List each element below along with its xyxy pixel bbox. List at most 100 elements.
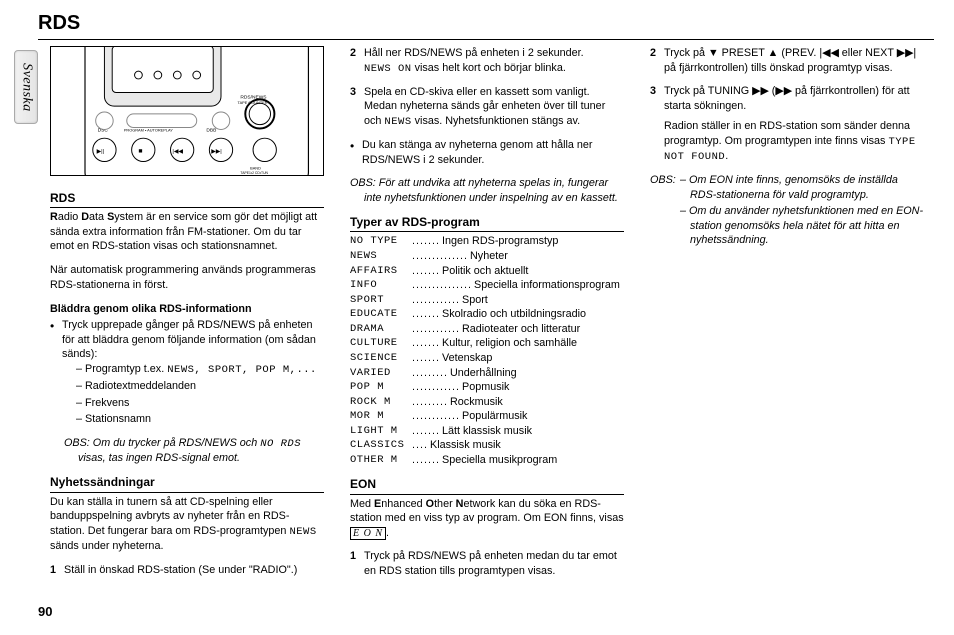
program-type-code: SPORT <box>350 293 412 308</box>
svg-text:PROGRAM • AUTOREPLAY: PROGRAM • AUTOREPLAY <box>124 127 173 132</box>
program-type-code: EDUCATE <box>350 307 412 322</box>
eon-indicator-icon: E O N <box>350 527 386 540</box>
program-type-dots: ....... <box>412 453 440 468</box>
rds-note: OBS: Om du trycker på RDS/NEWS och NO RD… <box>50 436 324 466</box>
news-step-3: Spela en CD-skiva eller en kassett som v… <box>350 85 624 129</box>
program-type-desc: Lätt klassisk musik <box>440 424 624 439</box>
program-type-code: NO TYPE <box>350 234 412 249</box>
program-type-dots: ......... <box>412 366 448 381</box>
rds-bullet: Tryck upprepade gånger på RDS/NEWS på en… <box>62 318 324 427</box>
eon-note: OBS: – Om EON inte finns, genomsöks de i… <box>650 173 924 248</box>
eon-intro: Med Enhanced Other Network kan du söka e… <box>350 497 624 541</box>
program-type-dots: ....... <box>412 264 440 279</box>
program-type-desc: Politik och aktuellt <box>440 264 624 279</box>
news-intro: Du kan ställa in tunern så att CD-spelni… <box>50 495 324 554</box>
rds-bullet-list: Tryck upprepade gånger på RDS/NEWS på en… <box>50 318 324 427</box>
program-type-row: CLASSICS....Klassisk musik <box>350 438 624 453</box>
content-columns: RDS/NEWS TAPE COUNTER DSC PROGRAM • AUTO… <box>50 46 924 597</box>
news-bullet: Du kan stänga av nyheterna genom att hål… <box>362 138 624 167</box>
eon-step-3: Tryck på TUNING ▶▶ (▶▶ på fjärrkontrolle… <box>650 84 924 164</box>
program-type-code: AFFAIRS <box>350 264 412 279</box>
program-type-row: MOR M............Populärmusik <box>350 409 624 424</box>
program-type-code: MOR M <box>350 409 412 424</box>
eon-note-1: – Om EON inte finns, genomsöks de instäl… <box>680 173 924 202</box>
svg-text:BAND: BAND <box>250 165 261 170</box>
program-type-dots: ............ <box>412 322 460 337</box>
svg-text:TAPE1•2 CD•TUN: TAPE1•2 CD•TUN <box>240 171 268 175</box>
rds-para2: När automatisk programmering används pro… <box>50 263 324 292</box>
program-type-code: ROCK M <box>350 395 412 410</box>
program-type-desc: Nyheter <box>468 249 624 264</box>
page-number: 90 <box>38 603 52 621</box>
section-heading-eon: EON <box>350 476 624 494</box>
program-type-code: POP M <box>350 380 412 395</box>
program-type-desc: Underhållning <box>448 366 624 381</box>
program-type-row: NEWS..............Nyheter <box>350 249 624 264</box>
program-type-dots: ....... <box>412 307 440 322</box>
program-type-desc: Klassisk musik <box>428 438 624 453</box>
program-type-dots: ............ <box>412 380 460 395</box>
program-type-dots: ....... <box>412 234 440 249</box>
program-type-desc: Sport <box>460 293 624 308</box>
program-type-row: EDUCATE.......Skolradio och utbildningsr… <box>350 307 624 322</box>
news-note: OBS: För att undvika att nyheterna spela… <box>350 176 624 205</box>
svg-text:▶▶|: ▶▶| <box>211 149 221 155</box>
program-type-desc: Populärmusik <box>460 409 624 424</box>
svg-text:■: ■ <box>138 148 142 155</box>
program-type-row: VARIED.........Underhållning <box>350 366 624 381</box>
section-heading-news: Nyhetssändningar <box>50 474 324 492</box>
program-type-row: OTHER M.......Speciella musikprogram <box>350 453 624 468</box>
news-bullet-list: Du kan stänga av nyheterna genom att hål… <box>350 138 624 167</box>
eon-note-2: – Om du använder nyhetsfunktionen med en… <box>680 204 924 248</box>
rds-dash-3: – Frekvens <box>76 396 324 411</box>
program-type-code: OTHER M <box>350 453 412 468</box>
program-type-desc: Rockmusik <box>448 395 624 410</box>
rds-dash-4: – Stationsnamn <box>76 412 324 427</box>
eon-step-1: Tryck på RDS/NEWS på enheten medan du ta… <box>350 549 624 578</box>
program-type-dots: .............. <box>412 249 468 264</box>
program-type-row: CULTURE.......Kultur, religion och samhä… <box>350 336 624 351</box>
eon-step-2: Tryck på ▼ PRESET ▲ (PREV. |◀◀ eller NEX… <box>650 46 924 75</box>
program-type-code: NEWS <box>350 249 412 264</box>
news-step-2: Håll ner RDS/NEWS på enheten i 2 sekunde… <box>350 46 624 76</box>
program-type-dots: .... <box>412 438 428 453</box>
program-type-row: SCIENCE.......Vetenskap <box>350 351 624 366</box>
program-type-dots: ....... <box>412 336 440 351</box>
program-type-desc: Radioteater och litteratur <box>460 322 624 337</box>
program-type-dots: ............ <box>412 293 460 308</box>
program-type-row: AFFAIRS.......Politik och aktuellt <box>350 264 624 279</box>
svg-text:|◀◀: |◀◀ <box>172 149 183 155</box>
program-type-code: SCIENCE <box>350 351 412 366</box>
program-type-code: VARIED <box>350 366 412 381</box>
program-type-dots: ............... <box>412 278 472 293</box>
svg-text:TAPE COUNTER: TAPE COUNTER <box>238 100 268 105</box>
program-type-row: INFO...............Speciella information… <box>350 278 624 293</box>
program-type-row: POP M............Popmusik <box>350 380 624 395</box>
program-type-desc: Ingen RDS-programstyp <box>440 234 624 249</box>
program-type-code: INFO <box>350 278 412 293</box>
rds-dash-1: – Programtyp t.ex. NEWS, SPORT, POP M,..… <box>76 362 324 377</box>
program-type-desc: Speciella musikprogram <box>440 453 624 468</box>
device-svg: RDS/NEWS TAPE COUNTER DSC PROGRAM • AUTO… <box>51 47 323 175</box>
svg-text:DBB: DBB <box>206 127 216 133</box>
program-type-desc: Skolradio och utbildningsradio <box>440 307 624 322</box>
svg-text:▶||: ▶|| <box>97 149 105 155</box>
program-type-table: NO TYPE.......Ingen RDS-programstypNEWS.… <box>350 234 624 467</box>
program-type-code: CLASSICS <box>350 438 412 453</box>
program-type-desc: Kultur, religion och samhälle <box>440 336 624 351</box>
page-header: RDS <box>38 10 934 40</box>
rds-subheading: Bläddra genom olika RDS-informationn <box>50 302 324 317</box>
program-type-dots: ....... <box>412 424 440 439</box>
program-type-row: ROCK M.........Rockmusik <box>350 395 624 410</box>
program-type-dots: ......... <box>412 395 448 410</box>
program-type-row: NO TYPE.......Ingen RDS-programstyp <box>350 234 624 249</box>
program-type-desc: Speciella informationsprogram <box>472 278 624 293</box>
program-type-dots: ............ <box>412 409 460 424</box>
program-type-code: LIGHT M <box>350 424 412 439</box>
program-type-row: LIGHT M.......Lätt klassisk musik <box>350 424 624 439</box>
section-heading-types: Typer av RDS-program <box>350 214 624 232</box>
news-step-1: Ställ in önskad RDS-station (Se under "R… <box>50 563 324 578</box>
language-label: Svenska <box>17 63 36 112</box>
program-type-desc: Vetenskap <box>440 351 624 366</box>
program-type-code: CULTURE <box>350 336 412 351</box>
